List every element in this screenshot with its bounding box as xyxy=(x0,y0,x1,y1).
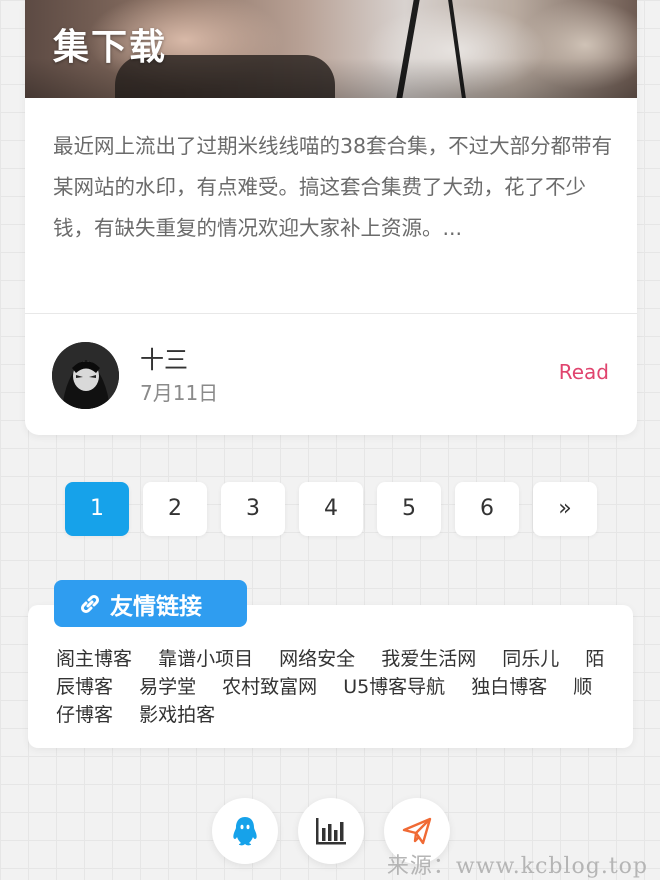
friend-link[interactable]: 独白博客 xyxy=(471,676,547,698)
page-button-1[interactable]: 1 xyxy=(65,482,129,536)
friend-link[interactable]: U5博客导航 xyxy=(343,676,445,698)
author-name[interactable]: 十三 xyxy=(140,340,188,375)
stats-button[interactable] xyxy=(298,798,364,864)
next-page-button[interactable]: » xyxy=(533,482,597,536)
divider xyxy=(25,313,637,314)
page-button-3[interactable]: 3 xyxy=(221,482,285,536)
post-card[interactable]: 集下载 最近网上流出了过期米线线喵的38套合集，不过大部分都带有某网站的水印，有… xyxy=(25,0,637,435)
qq-button[interactable] xyxy=(212,798,278,864)
paper-plane-icon xyxy=(402,817,432,845)
author-avatar[interactable] xyxy=(52,342,119,409)
friend-link[interactable]: 阁主博客 xyxy=(56,648,132,670)
page-button-4[interactable]: 4 xyxy=(299,482,363,536)
link-icon xyxy=(80,594,100,613)
avatar-portrait xyxy=(52,342,119,409)
friend-links-header: 友情链接 xyxy=(54,580,247,627)
cover-detail xyxy=(448,0,466,98)
friend-link[interactable]: 影戏拍客 xyxy=(139,704,215,726)
post-cover-image[interactable]: 集下载 xyxy=(25,0,637,98)
read-link[interactable]: Read xyxy=(559,360,609,384)
bar-chart-icon xyxy=(316,818,346,845)
post-excerpt: 最近网上流出了过期米线线喵的38套合集，不过大部分都带有某网站的水印，有点难受。… xyxy=(53,134,613,240)
cover-detail xyxy=(396,0,420,98)
friend-link[interactable]: 网络安全 xyxy=(279,648,355,670)
post-title[interactable]: 集下载 xyxy=(53,18,167,70)
qq-icon xyxy=(233,817,257,846)
page-button-5[interactable]: 5 xyxy=(377,482,441,536)
friend-link[interactable]: 同乐儿 xyxy=(502,648,559,670)
friend-link[interactable]: 靠谱小项目 xyxy=(158,648,253,670)
post-date: 7月11日 xyxy=(140,381,219,405)
source-watermark: 来源：www.kcblog.top xyxy=(386,854,648,879)
friend-links-title: 友情链接 xyxy=(110,593,202,620)
page-button-2[interactable]: 2 xyxy=(143,482,207,536)
friend-links-list: 阁主博客 靠谱小项目 网络安全 我爱生活网 同乐儿 陌辰博客 易学堂 农村致富网… xyxy=(56,645,606,729)
page-button-6[interactable]: 6 xyxy=(455,482,519,536)
pagination: 1 2 3 4 5 6 » xyxy=(65,482,597,536)
friend-link[interactable]: 农村致富网 xyxy=(222,676,317,698)
friend-link[interactable]: 我爱生活网 xyxy=(381,648,476,670)
friend-link[interactable]: 易学堂 xyxy=(139,676,196,698)
